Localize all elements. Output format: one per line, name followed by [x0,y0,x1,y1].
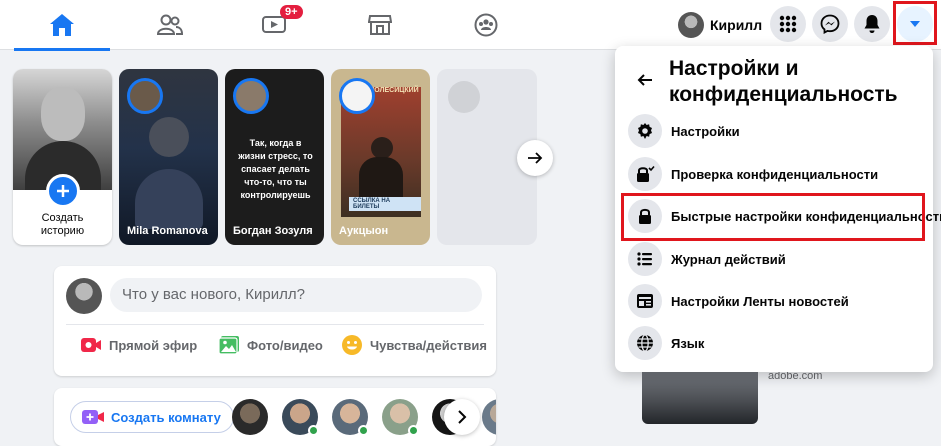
add-story-button[interactable] [46,174,80,208]
smile-icon [341,334,363,356]
story-text: Так, когда в жизни стресс, то спасает де… [238,138,313,200]
store-icon [368,15,392,35]
profile-shortcut[interactable]: Кирилл [676,8,770,42]
tab-marketplace[interactable] [332,0,428,50]
video-icon [262,16,286,33]
menu-item-label: Проверка конфиденциальности [671,166,879,182]
gear-icon [628,114,662,148]
menu-item-privacy-checkup[interactable]: Проверка конфиденциальности [623,154,925,194]
live-video-icon [80,334,102,356]
menu-item-activity-log[interactable]: Журнал действий [623,239,925,279]
chevron-right-icon [458,410,467,424]
arrow-right-icon [528,152,543,164]
contact-avatar[interactable] [332,399,369,436]
photo-icon [218,334,240,356]
groups-icon [474,13,498,37]
story-card[interactable]: Mila Romanova [119,69,218,245]
back-button[interactable] [629,64,661,96]
lock-check-icon [628,157,662,191]
story-author: Mila Romanova [127,225,208,237]
create-room-button[interactable]: Создать комнату [70,401,234,433]
create-story-label: Создать историю [40,212,85,237]
feeling-activity-button[interactable]: Чувства/действия [341,334,487,356]
friends-icon [157,14,183,35]
rooms-bar: Создать комнату [54,388,496,446]
online-indicator [308,425,319,436]
sponsored-image[interactable] [642,366,758,424]
story-avatar [233,78,269,114]
story-author: Богдан Зозуля [233,225,313,237]
news-feed-icon [628,284,662,318]
menu-item-label: Настройки [671,123,740,139]
feeling-activity-label: Чувства/действия [370,337,487,353]
whats-on-your-mind-input[interactable]: Что у вас нового, Кирилл? [110,278,482,312]
live-video-button[interactable]: Прямой эфир [80,334,197,356]
notification-badge: 9+ [280,5,303,19]
menu-item-label: Журнал действий [671,251,786,267]
contact-avatar[interactable] [382,399,419,436]
tab-home[interactable] [14,0,110,51]
arrow-left-icon [637,74,652,86]
menu-item-settings[interactable]: Настройки [623,111,925,151]
story-card[interactable]: ИГОРЬ ПОЛЕСИЦКИЙ ССЫЛКА НА БИЛЕТЫ Аукцыо… [331,69,430,245]
profile-name: Кирилл [710,17,763,33]
menu-item-language[interactable]: Язык [623,323,925,363]
divider [66,324,484,325]
globe-icon [628,326,662,360]
story-author: Аукцыон [339,225,389,237]
menu-item-label: Настройки Ленты новостей [671,293,849,309]
live-video-label: Прямой эфир [109,337,198,353]
online-indicator [408,425,419,436]
notifications-button[interactable] [854,6,890,42]
contact-avatar[interactable] [482,399,496,435]
post-composer: Что у вас нового, Кирилл? Прямой эфир Фо… [54,266,496,376]
rooms-next-button[interactable] [444,399,480,435]
home-icon [50,14,74,36]
photo-video-button[interactable]: Фото/видео [218,334,323,356]
contact-avatar[interactable] [232,399,268,435]
account-button-highlight-frame [893,1,937,45]
tab-friends[interactable] [122,0,218,50]
messenger-icon [820,14,840,34]
avatar [66,278,102,314]
avatar [678,12,704,38]
menu-grid-icon [779,15,797,33]
menu-item-highlight-frame [621,193,925,241]
messenger-button[interactable] [812,6,848,42]
stories-next-button[interactable] [517,140,553,176]
story-avatar [127,78,163,114]
photo-video-label: Фото/видео [247,337,323,353]
create-story-card[interactable]: Создать историю [13,69,112,245]
contact-avatar[interactable] [282,399,319,436]
story-card[interactable]: Так, когда в жизни стресс, то спасает де… [225,69,324,245]
menu-item-label: Язык [671,335,705,351]
list-icon [628,242,662,276]
video-plus-icon [82,410,104,424]
profile-photo [13,69,112,190]
tab-groups[interactable] [438,0,534,50]
menu-button[interactable] [770,6,806,42]
bell-icon [864,15,880,33]
tab-watch[interactable]: 9+ [226,0,322,50]
story-avatar [339,78,375,114]
online-indicator [358,425,369,436]
poster-bottom-text: ССЫЛКА НА БИЛЕТЫ [349,197,421,211]
create-room-label: Создать комнату [111,409,221,425]
menu-title: Настройки и конфиденциальность [669,57,898,106]
menu-item-news-feed-settings[interactable]: Настройки Ленты новостей [623,281,925,321]
plus-icon [57,185,69,197]
top-navigation-bar: 9+ Кирилл [0,0,941,51]
